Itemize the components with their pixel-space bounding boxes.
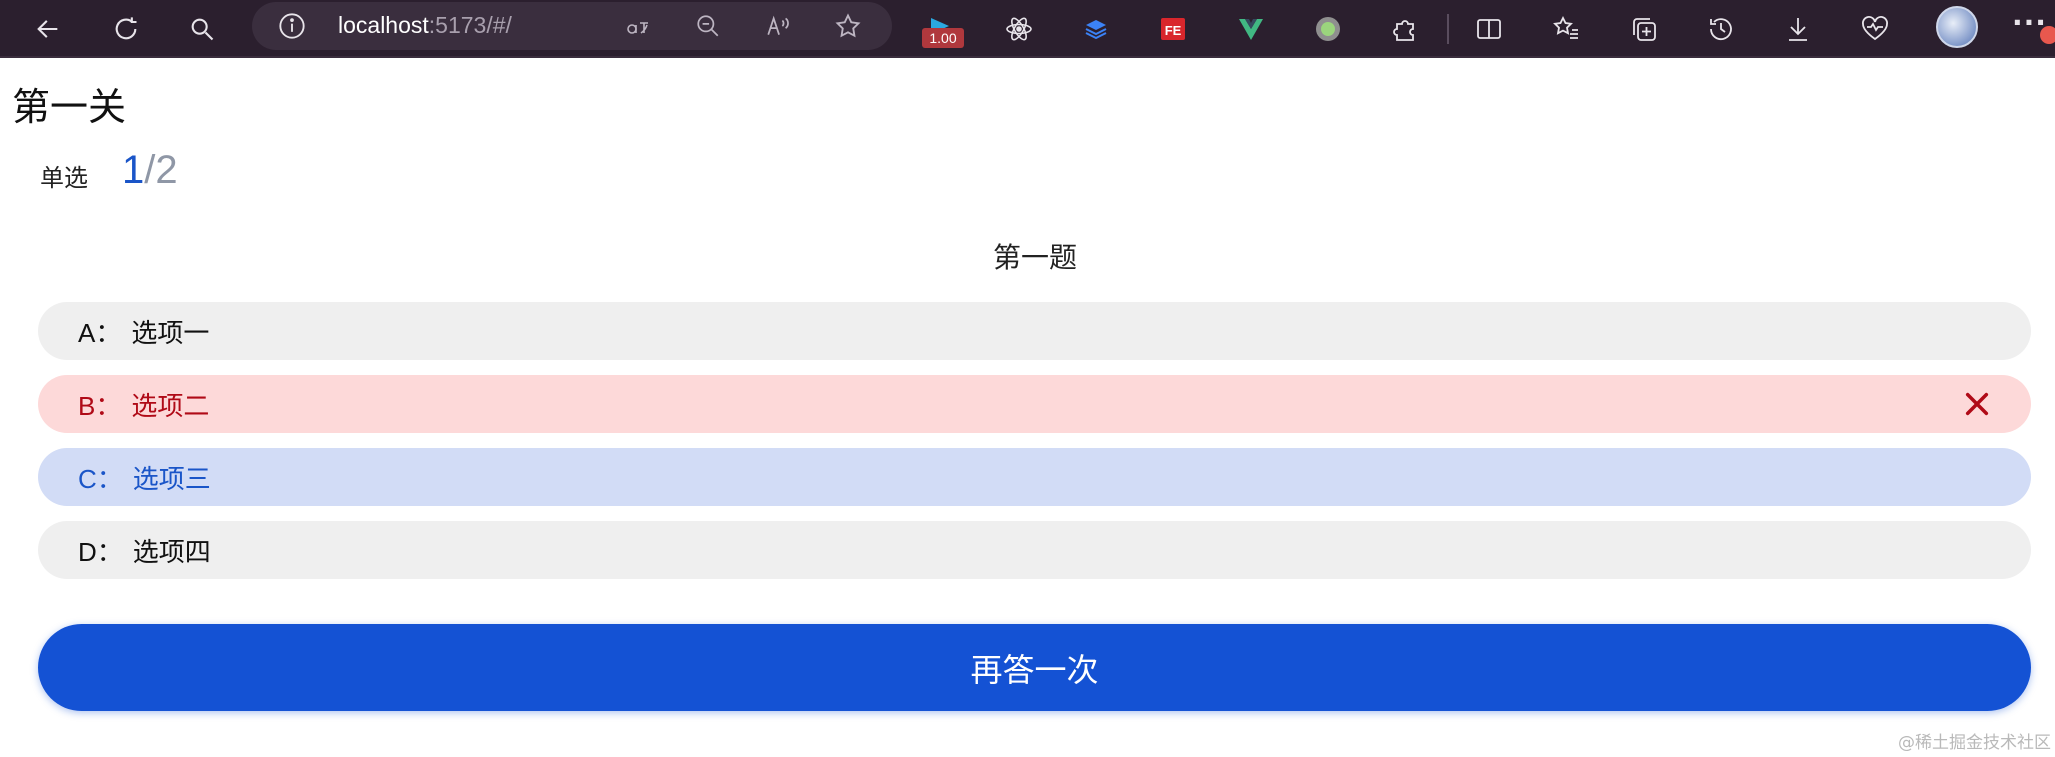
speed-badge: 1.00 [922, 28, 964, 48]
info-icon[interactable] [278, 12, 306, 40]
zoom-out-icon[interactable] [694, 12, 722, 40]
option-d[interactable]: D： 选项四 [38, 521, 2031, 579]
address-bar[interactable]: localhost:5173/#/ [252, 2, 892, 50]
split-screen-icon[interactable] [1469, 9, 1509, 49]
progress-total: 2 [155, 148, 178, 192]
history-icon[interactable] [1701, 9, 1741, 49]
option-c[interactable]: C： 选项三 [38, 448, 2031, 506]
layers-extension-icon[interactable] [1076, 9, 1116, 49]
question-type-label: 单选 [40, 164, 88, 192]
react-devtools-icon[interactable] [999, 9, 1039, 49]
profile-avatar[interactable] [1936, 6, 1978, 48]
question-title: 第一题 [992, 241, 1077, 274]
option-key: A： [78, 317, 122, 348]
svg-text:FE: FE [1165, 23, 1182, 38]
option-a[interactable]: A： 选项一 [38, 302, 2031, 360]
option-text: 选项二 [131, 391, 210, 422]
vue-devtools-icon[interactable] [1231, 9, 1271, 49]
search-icon[interactable] [182, 9, 222, 49]
page-title: 第一关 [12, 85, 127, 129]
favorite-star-icon[interactable] [834, 12, 862, 40]
url-host: localhost [338, 12, 429, 38]
retry-button[interactable]: 再答一次 [38, 624, 2031, 711]
notification-dot [2040, 26, 2055, 44]
option-text: 选项四 [132, 537, 211, 568]
option-text: 选项三 [132, 464, 211, 495]
translate-icon[interactable] [624, 12, 652, 40]
fe-extension-icon[interactable]: FE [1153, 9, 1193, 49]
option-key: D： [78, 536, 123, 567]
option-key: B： [78, 390, 122, 421]
watermark: @稀土掘金技术社区 [1898, 733, 2051, 753]
progress-current: 1 [122, 148, 145, 192]
back-icon[interactable] [28, 9, 68, 49]
green-dot-extension-icon[interactable] [1308, 9, 1348, 49]
option-key: C： [78, 463, 123, 494]
favorites-icon[interactable] [1546, 9, 1586, 49]
option-text: 选项一 [131, 318, 210, 349]
downloads-icon[interactable] [1778, 9, 1818, 49]
browser-toolbar: localhost:5173/#/ 1.00 FE ··· [0, 0, 2055, 58]
refresh-icon[interactable] [106, 9, 146, 49]
option-b[interactable]: B： 选项二 [38, 375, 2031, 433]
url-path: :5173/#/ [428, 12, 512, 38]
url-text[interactable]: localhost:5173/#/ [338, 12, 512, 39]
question-progress: 1/2 [122, 148, 178, 193]
extensions-puzzle-icon[interactable] [1386, 9, 1426, 49]
wrong-x-icon [1965, 392, 1989, 416]
read-aloud-icon[interactable] [764, 12, 792, 40]
toolbar-separator [1447, 14, 1449, 44]
progress-slash: / [144, 148, 156, 192]
collections-icon[interactable] [1624, 9, 1664, 49]
browser-essentials-icon[interactable] [1855, 9, 1895, 49]
